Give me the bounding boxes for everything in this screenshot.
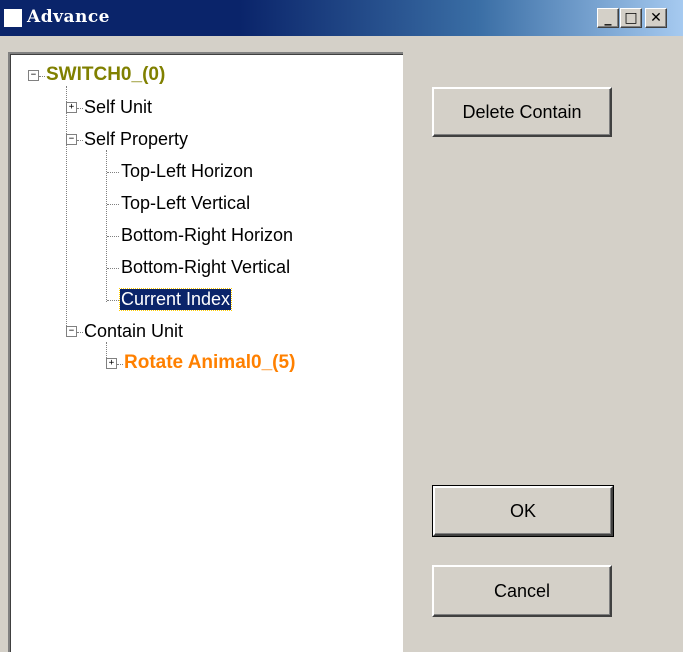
delete-contain-button[interactable]: Delete Contain: [432, 87, 612, 137]
close-button[interactable]: ✕: [645, 8, 667, 28]
tree-node-property-selected[interactable]: Current Index: [118, 288, 233, 311]
tree-node-property[interactable]: Top-Left Horizon: [121, 161, 253, 182]
maximize-button[interactable]: □: [620, 8, 642, 28]
tree-line: [117, 364, 123, 365]
tree-node-root[interactable]: SWITCH0_(0): [46, 64, 165, 86]
tree-line: [107, 204, 119, 205]
tree-node-contain-unit[interactable]: Contain Unit: [84, 321, 183, 342]
tree-line: [77, 140, 83, 141]
title-bar[interactable]: Advance _ □ ✕: [0, 0, 683, 36]
tree-node-property[interactable]: Bottom-Right Horizon: [121, 225, 293, 246]
minimize-button[interactable]: _: [597, 8, 619, 28]
expand-icon[interactable]: +: [66, 102, 77, 113]
tree-line: [107, 172, 119, 173]
tree-line: [77, 332, 83, 333]
property-tree[interactable]: − SWITCH0_(0) + Self Unit − Self Propert…: [8, 52, 403, 652]
minimize-icon: _: [604, 10, 612, 26]
tree-line: [77, 108, 83, 109]
collapse-icon[interactable]: −: [66, 326, 77, 337]
collapse-icon[interactable]: −: [28, 70, 39, 81]
tree-node-property[interactable]: Bottom-Right Vertical: [121, 257, 290, 278]
window-title: Advance: [27, 7, 110, 27]
tree-node-self-unit[interactable]: Self Unit: [84, 97, 152, 118]
tree-line: [107, 300, 119, 301]
tree-line: [66, 86, 67, 328]
tree-line: [107, 268, 119, 269]
maximize-icon: □: [624, 10, 638, 26]
tree-node-rotate-animal[interactable]: Rotate Animal0_(5): [124, 352, 295, 374]
tree-node-self-property[interactable]: Self Property: [84, 129, 188, 150]
cancel-button[interactable]: Cancel: [432, 565, 612, 617]
tree-line: [107, 236, 119, 237]
tree-line: [39, 76, 45, 77]
tree-node-property[interactable]: Top-Left Vertical: [121, 193, 250, 214]
collapse-icon[interactable]: −: [66, 134, 77, 145]
close-icon: ✕: [650, 10, 662, 26]
app-icon: [4, 9, 22, 27]
expand-icon[interactable]: +: [106, 358, 117, 369]
ok-button[interactable]: OK: [432, 485, 614, 537]
